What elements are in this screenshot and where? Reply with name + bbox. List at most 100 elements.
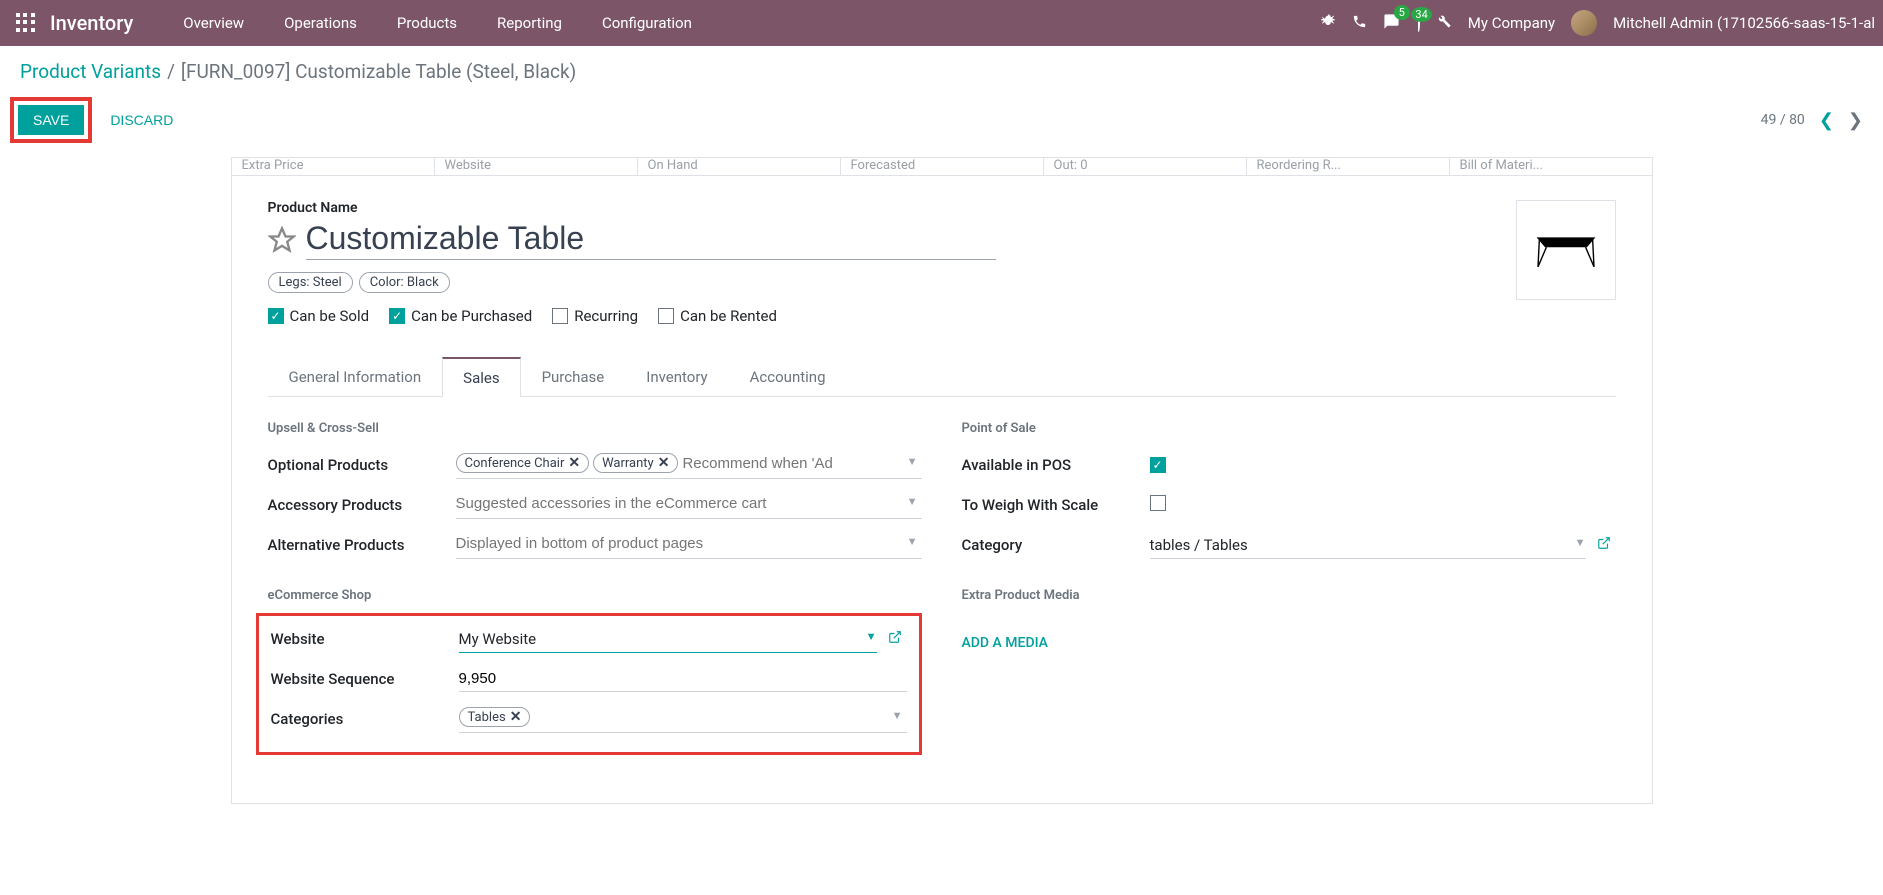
sales-tab-content: Upsell & Cross-Sell Optional Products Co… (268, 397, 1616, 779)
nav-configuration[interactable]: Configuration (582, 2, 712, 44)
can-be-purchased-label: Can be Purchased (411, 307, 532, 325)
breadcrumb: Product Variants / [FURN_0097] Customiza… (0, 46, 1883, 91)
product-name-label: Product Name (268, 200, 1496, 216)
activities-badge: 34 (1411, 7, 1431, 22)
website-sequence-input[interactable] (459, 666, 907, 692)
breadcrumb-separator: / (167, 60, 175, 83)
alternative-products-label: Alternative Products (268, 536, 456, 554)
accessory-products-label: Accessory Products (268, 496, 456, 514)
stat-out[interactable]: Out: 0 (1043, 158, 1246, 175)
pager-next-icon[interactable]: ❯ (1848, 110, 1863, 131)
tab-accounting[interactable]: Accounting (729, 357, 847, 396)
stat-extra-price[interactable]: Extra Price (232, 158, 434, 175)
nav-operations[interactable]: Operations (264, 2, 377, 44)
bug-icon[interactable] (1320, 13, 1336, 33)
tag-tables[interactable]: Tables✕ (459, 707, 531, 727)
remove-tag-icon[interactable]: ✕ (510, 709, 522, 725)
apps-icon[interactable] (16, 13, 36, 33)
can-be-sold-label: Can be Sold (290, 307, 370, 325)
user-name[interactable]: Mitchell Admin (17102566-saas-15-1-al (1613, 14, 1875, 32)
favorite-star-icon[interactable] (268, 226, 296, 254)
external-link-icon[interactable] (1597, 538, 1611, 554)
remove-tag-icon[interactable]: ✕ (568, 455, 580, 471)
save-button[interactable]: SAVE (18, 105, 84, 135)
pos-available-label: Available in POS (962, 456, 1150, 474)
stat-bom[interactable]: Bill of Materi... (1449, 158, 1652, 175)
stat-website[interactable]: Website (434, 158, 637, 175)
activities-icon[interactable]: 34 (1416, 15, 1420, 31)
messages-icon[interactable]: 5 (1383, 13, 1400, 34)
tab-sales[interactable]: Sales (442, 357, 520, 397)
chevron-down-icon[interactable]: ▼ (892, 709, 903, 722)
pager: 49 / 80 ❮ ❯ (1761, 110, 1863, 131)
chevron-down-icon[interactable]: ▼ (907, 535, 918, 548)
breadcrumb-parent[interactable]: Product Variants (20, 60, 161, 83)
can-be-sold-checkbox[interactable]: ✓ (268, 308, 284, 324)
breadcrumb-current: [FURN_0097] Customizable Table (Steel, B… (181, 60, 576, 83)
pos-category-label: Category (962, 536, 1150, 554)
media-section-title: Extra Product Media (962, 588, 1616, 603)
tab-general[interactable]: General Information (268, 357, 443, 396)
chevron-down-icon[interactable]: ▼ (866, 630, 877, 643)
website-select[interactable]: My Website ▼ (459, 626, 877, 653)
top-navbar: Inventory Overview Operations Products R… (0, 0, 1883, 46)
nav-menu: Overview Operations Products Reporting C… (163, 2, 712, 44)
form-tabs: General Information Sales Purchase Inven… (268, 357, 1616, 397)
pos-section-title: Point of Sale (962, 421, 1616, 436)
pager-count: 49 / 80 (1761, 112, 1805, 128)
nav-products[interactable]: Products (377, 2, 477, 44)
can-be-rented-checkbox[interactable] (658, 308, 674, 324)
product-name-input[interactable] (306, 220, 996, 260)
phone-icon[interactable] (1352, 14, 1367, 33)
chevron-down-icon[interactable]: ▼ (1575, 536, 1586, 549)
tab-purchase[interactable]: Purchase (521, 357, 626, 396)
remove-tag-icon[interactable]: ✕ (658, 455, 670, 471)
optional-products-text[interactable] (682, 455, 921, 472)
variant-tag-legs: Legs: Steel (268, 272, 353, 293)
stat-reordering[interactable]: Reordering R... (1246, 158, 1449, 175)
can-be-purchased-checkbox[interactable]: ✓ (389, 308, 405, 324)
stat-button-bar: Extra Price Website On Hand Forecasted O… (232, 158, 1652, 176)
categories-label: Categories (271, 710, 459, 728)
recurring-label: Recurring (574, 307, 638, 325)
optional-products-label: Optional Products (268, 456, 456, 474)
app-brand[interactable]: Inventory (50, 11, 133, 35)
categories-input[interactable]: Tables✕ ▼ (459, 705, 907, 733)
wrench-icon[interactable] (1436, 13, 1452, 33)
product-image[interactable] (1516, 200, 1616, 300)
pager-prev-icon[interactable]: ❮ (1819, 110, 1834, 131)
accessory-products-text[interactable] (456, 495, 922, 512)
can-be-rented-label: Can be Rented (680, 307, 777, 325)
ecommerce-section-title: eCommerce Shop (268, 588, 922, 603)
accessory-products-input[interactable]: ▼ (456, 491, 922, 519)
nav-reporting[interactable]: Reporting (477, 2, 582, 44)
user-avatar[interactable] (1571, 10, 1597, 36)
save-highlight: SAVE (10, 97, 92, 143)
optional-products-input[interactable]: Conference Chair✕ Warranty✕ ▼ (456, 451, 922, 479)
stat-on-hand[interactable]: On Hand (637, 158, 840, 175)
chevron-down-icon[interactable]: ▼ (907, 455, 918, 468)
action-bar: SAVE DISCARD 49 / 80 ❮ ❯ (0, 91, 1883, 157)
recurring-checkbox[interactable] (552, 308, 568, 324)
pos-weigh-checkbox[interactable] (1150, 495, 1166, 511)
stat-forecasted[interactable]: Forecasted (840, 158, 1043, 175)
add-media-button[interactable]: ADD A MEDIA (962, 629, 1048, 657)
company-selector[interactable]: My Company (1468, 14, 1555, 32)
nav-overview[interactable]: Overview (163, 2, 264, 44)
upsell-section-title: Upsell & Cross-Sell (268, 421, 922, 436)
pos-available-checkbox[interactable]: ✓ (1150, 457, 1166, 473)
pos-weigh-label: To Weigh With Scale (962, 496, 1150, 514)
pos-category-select[interactable]: tables / Tables ▼ (1150, 532, 1586, 559)
discard-button[interactable]: DISCARD (96, 106, 187, 134)
table-icon (1530, 229, 1602, 271)
tab-inventory[interactable]: Inventory (625, 357, 728, 396)
external-link-icon[interactable] (888, 632, 902, 648)
tag-conference-chair[interactable]: Conference Chair✕ (456, 453, 590, 473)
website-sequence-label: Website Sequence (271, 670, 459, 688)
alternative-products-input[interactable]: ▼ (456, 531, 922, 559)
form-sheet: Extra Price Website On Hand Forecasted O… (231, 157, 1653, 804)
chevron-down-icon[interactable]: ▼ (907, 495, 918, 508)
alternative-products-text[interactable] (456, 535, 922, 552)
ecommerce-highlight: Website My Website ▼ (256, 613, 922, 755)
tag-warranty[interactable]: Warranty✕ (593, 453, 678, 473)
